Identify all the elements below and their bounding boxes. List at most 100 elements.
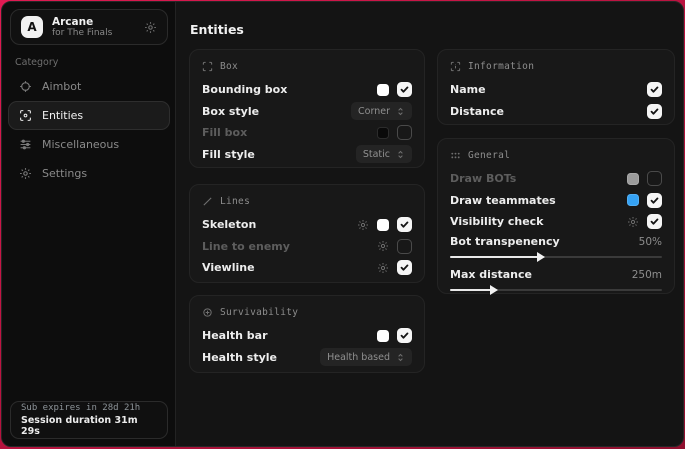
setting-label: Fill style — [202, 148, 356, 161]
slider-thumb[interactable] — [490, 285, 498, 295]
checkbox-checked[interactable] — [397, 328, 412, 343]
scan-eye-icon — [19, 109, 32, 122]
sub-expiry-text: Sub expires in 28d 21h — [21, 403, 157, 413]
setting-label: Max distance — [450, 268, 632, 281]
card-title: Information — [468, 61, 534, 72]
sidebar-item-settings[interactable]: Settings — [8, 159, 170, 188]
setting-label: Name — [450, 83, 647, 96]
checkbox-checked[interactable] — [647, 214, 662, 229]
color-swatch[interactable] — [377, 330, 389, 342]
app-header-card: A Arcane for The Finals — [10, 9, 168, 45]
setting-label: Draw teammates — [450, 194, 627, 207]
sidebar-nav: Aimbot Entities — [8, 72, 170, 188]
slider-value: 250m — [632, 269, 662, 281]
color-swatch[interactable] — [627, 173, 639, 185]
checkbox-unchecked[interactable] — [397, 125, 412, 140]
setting-label: Health bar — [202, 329, 377, 342]
gear-icon[interactable] — [377, 240, 389, 252]
card-survivability: Survivability Health bar Health style He… — [189, 295, 425, 373]
setting-label: Box style — [202, 105, 351, 118]
main-panel: Entities Box Bounding box — [177, 2, 683, 446]
card-lines-header: Lines — [202, 194, 412, 209]
dropdown-value: Corner — [358, 106, 390, 117]
setting-row-distance: Distance — [450, 101, 662, 123]
color-swatch[interactable] — [377, 84, 389, 96]
setting-row-name: Name — [450, 79, 662, 101]
chevrons-up-down-icon — [396, 107, 405, 116]
checkbox-checked[interactable] — [647, 104, 662, 119]
max-distance-slider[interactable] — [450, 286, 662, 294]
color-swatch[interactable] — [377, 127, 389, 139]
sliders-icon — [19, 138, 32, 151]
setting-row-line-to-enemy: Line to enemy — [202, 236, 412, 258]
card-lines: Lines Skeleton Line to enemy — [189, 184, 425, 283]
health-style-dropdown[interactable]: Health based — [320, 348, 412, 366]
card-box-header: Box — [202, 59, 412, 74]
checkbox-unchecked[interactable] — [397, 239, 412, 254]
dropdown-value: Static — [363, 149, 390, 160]
subscription-status-card: Sub expires in 28d 21h Session duration … — [10, 401, 168, 439]
color-swatch[interactable] — [627, 194, 639, 206]
info-scan-icon — [450, 61, 461, 72]
sidebar-item-entities[interactable]: Entities — [8, 101, 170, 130]
setting-row-viewline: Viewline — [202, 257, 412, 279]
sidebar: A Arcane for The Finals Category — [2, 2, 176, 446]
setting-label: Bot transpenency — [450, 235, 639, 248]
box-style-dropdown[interactable]: Corner — [351, 102, 412, 120]
checkbox-checked[interactable] — [397, 82, 412, 97]
checkbox-checked[interactable] — [647, 82, 662, 97]
card-box: Box Bounding box Box style Corner — [189, 49, 425, 168]
setting-row-health-style: Health style Health based — [202, 347, 412, 369]
card-general: General Draw BOTs Draw teammates — [437, 138, 675, 294]
gear-icon[interactable] — [377, 262, 389, 274]
chevrons-up-down-icon — [396, 353, 405, 362]
app-logo: A — [21, 16, 43, 38]
grid-dots-icon — [450, 150, 461, 161]
bot-transparency-control: Bot transpenency 50% — [450, 234, 662, 261]
category-label: Category — [15, 57, 58, 68]
setting-label: Line to enemy — [202, 240, 377, 253]
sidebar-item-miscellaneous[interactable]: Miscellaneous — [8, 130, 170, 159]
card-general-header: General — [450, 148, 662, 163]
sidebar-item-aimbot[interactable]: Aimbot — [8, 72, 170, 101]
gear-icon[interactable] — [357, 219, 369, 231]
gear-icon — [19, 167, 32, 180]
card-title: Box — [220, 61, 238, 72]
slider-fill — [450, 289, 492, 291]
setting-label: Distance — [450, 105, 647, 118]
setting-label: Visibility check — [450, 215, 627, 228]
gear-icon[interactable] — [144, 21, 157, 34]
checkbox-unchecked[interactable] — [647, 171, 662, 186]
sidebar-item-label: Settings — [42, 167, 87, 180]
card-survivability-header: Survivability — [202, 305, 412, 320]
sidebar-item-label: Aimbot — [42, 80, 81, 93]
checkbox-checked[interactable] — [397, 217, 412, 232]
setting-label: Draw BOTs — [450, 172, 627, 185]
color-swatch[interactable] — [377, 219, 389, 231]
page-title: Entities — [190, 22, 244, 37]
fill-style-dropdown[interactable]: Static — [356, 145, 412, 163]
dropdown-value: Health based — [327, 352, 390, 363]
setting-row-skeleton: Skeleton — [202, 214, 412, 236]
setting-label: Skeleton — [202, 218, 357, 231]
app-window: A Arcane for The Finals Category — [1, 1, 684, 447]
chevrons-up-down-icon — [396, 150, 405, 159]
app-name: Arcane — [52, 16, 135, 28]
setting-row-box-style: Box style Corner — [202, 101, 412, 123]
bot-transparency-slider[interactable] — [450, 253, 662, 261]
setting-label: Viewline — [202, 261, 377, 274]
app-subtitle: for The Finals — [52, 28, 135, 38]
slider-value: 50% — [639, 236, 662, 248]
crosshair-icon — [19, 80, 32, 93]
bounding-box-icon — [202, 61, 213, 72]
setting-label: Health style — [202, 351, 320, 364]
checkbox-checked[interactable] — [397, 260, 412, 275]
max-distance-control: Max distance 250m — [450, 267, 662, 294]
setting-label: Fill box — [202, 126, 377, 139]
checkbox-checked[interactable] — [647, 193, 662, 208]
setting-row-draw-bots: Draw BOTs — [450, 168, 662, 190]
session-duration-text: Session duration 31m 29s — [21, 415, 157, 437]
sidebar-item-label: Entities — [42, 109, 83, 122]
slider-thumb[interactable] — [537, 252, 545, 262]
gear-icon[interactable] — [627, 216, 639, 228]
